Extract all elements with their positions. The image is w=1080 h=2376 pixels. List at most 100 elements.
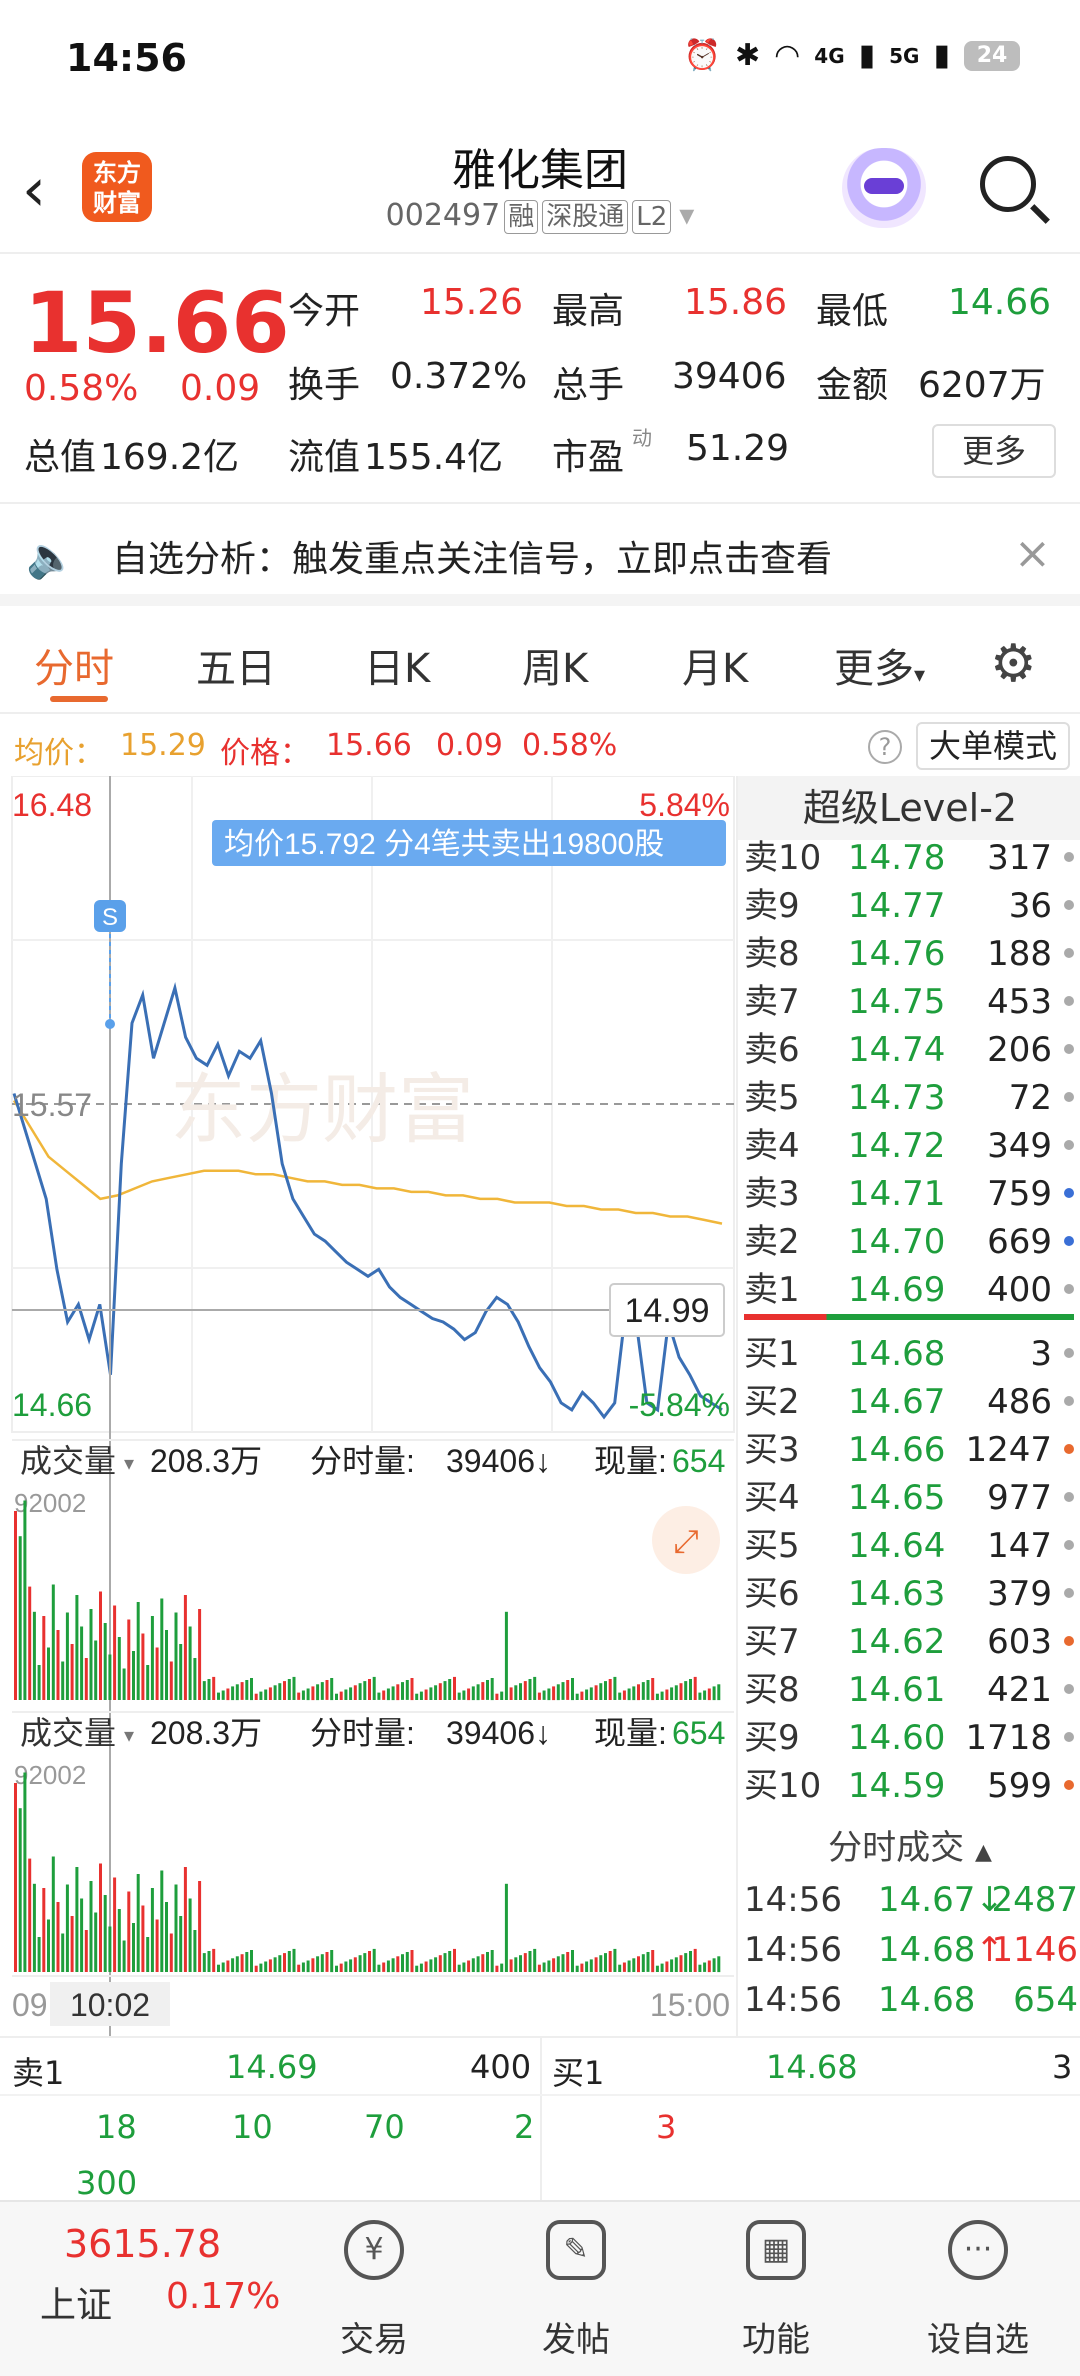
bid-price: 14.67: [848, 1382, 946, 1422]
volume-bar: [47, 1919, 50, 1972]
bid-row[interactable]: 买1 14.68 3: [744, 1330, 1074, 1378]
assistant-robot-icon[interactable]: [842, 148, 926, 228]
bid-volume: 147: [987, 1526, 1052, 1566]
bid-row[interactable]: 买2 14.67 486: [744, 1378, 1074, 1426]
ask-volume: 453: [987, 982, 1052, 1022]
volume-bar: [18, 1536, 22, 1700]
dropdown-triangle-icon[interactable]: ▾: [679, 198, 694, 233]
tab-monthly-k[interactable]: 月K: [682, 636, 748, 694]
ask-row[interactable]: 卖4 14.72 349: [744, 1122, 1074, 1170]
volume-bar: [627, 1960, 631, 1973]
more-button[interactable]: 更多: [932, 424, 1056, 478]
index-widget[interactable]: 3615.78 上证 0.17%: [0, 2202, 300, 2376]
tab-daily-k[interactable]: 日K: [364, 636, 430, 694]
ask-row[interactable]: 卖1 14.69 400: [744, 1266, 1074, 1314]
volume-bar: [113, 1605, 117, 1700]
now2-label: 现量:: [594, 1715, 667, 1751]
volume-bar: [61, 1933, 65, 1972]
volume-bar: [646, 1680, 650, 1700]
ask-row[interactable]: 卖9 14.77 36: [744, 882, 1074, 930]
trade-volume: 2487: [991, 1880, 1078, 1920]
volume-bar: [245, 1952, 249, 1972]
volume-bar: [136, 1602, 140, 1700]
level2-header[interactable]: 超级Level-2: [738, 776, 1080, 840]
intraday-chart-svg[interactable]: 东方财富 S 均价15.792 分4笔共卖出19800股 16.48 5.84%…: [0, 775, 736, 2036]
trade-volume: 654: [1013, 1980, 1078, 2020]
ask-row[interactable]: 卖6 14.74 206: [744, 1026, 1074, 1074]
volume-bar: [504, 1611, 508, 1700]
bottom-nav: 3615.78 上证 0.17% ¥ 交易 ✎ 发帖 ▦ 功能 ··· 设自选: [0, 2200, 1080, 2376]
volume-bar: [193, 1658, 197, 1700]
volume-bars: [14, 1500, 721, 1701]
tab-intraday[interactable]: 分时: [34, 636, 114, 694]
tab-weekly-k[interactable]: 周K: [522, 636, 588, 694]
volume-bar: [391, 1958, 395, 1972]
nav-post[interactable]: ✎ 发帖: [496, 2202, 656, 2376]
ask-label: 卖3: [744, 1174, 800, 1214]
ask-row[interactable]: 卖10 14.78 317: [744, 834, 1074, 882]
search-icon[interactable]: [980, 156, 1036, 212]
ask-row[interactable]: 卖2 14.70 669: [744, 1218, 1074, 1266]
ask-row[interactable]: 卖7 14.75 453: [744, 978, 1074, 1026]
notice-banner[interactable]: 🔈 自选分析：触发重点关注信号，立即点击查看 ×: [0, 506, 1080, 606]
notice-text[interactable]: 自选分析：触发重点关注信号，立即点击查看: [112, 530, 832, 582]
float-value: 155.4亿: [364, 437, 504, 478]
volume-bar: [75, 1867, 79, 1972]
volume-bar: [533, 1948, 537, 1972]
bid-row[interactable]: 买9 14.60 1718: [744, 1714, 1074, 1762]
volume-bar: [193, 1930, 197, 1972]
buy1-vol: 3: [1052, 2048, 1073, 2086]
bid-row[interactable]: 买4 14.65 977: [744, 1474, 1074, 1522]
volume-bar: [349, 1959, 353, 1972]
close-icon[interactable]: ×: [1014, 528, 1051, 579]
bid-row[interactable]: 买5 14.64 147: [744, 1522, 1074, 1570]
ask-row[interactable]: 卖8 14.76 188: [744, 930, 1074, 978]
volume-bar: [42, 1616, 46, 1700]
volume-bar: [698, 1692, 702, 1700]
ask-label: 卖4: [744, 1126, 800, 1166]
ask-row[interactable]: 卖3 14.71 759: [744, 1170, 1074, 1218]
bid-volume: 379: [987, 1574, 1052, 1614]
nav-trade[interactable]: ¥ 交易: [294, 2202, 454, 2376]
intraday-chart[interactable]: 东方财富 S 均价15.792 分4笔共卖出19800股 16.48 5.84%…: [0, 775, 736, 2036]
bid-volume: 599: [987, 1766, 1052, 1806]
bid-row[interactable]: 买10 14.59 599: [744, 1762, 1074, 1810]
bid-row[interactable]: 买7 14.62 603: [744, 1618, 1074, 1666]
dropdown-triangle-icon[interactable]: ▾: [124, 1725, 134, 1747]
bid-row[interactable]: 买6 14.63 379: [744, 1570, 1074, 1618]
ask-row[interactable]: 卖5 14.73 72: [744, 1074, 1074, 1122]
tab-more[interactable]: 更多▾: [834, 636, 925, 694]
volume-bar: [136, 1874, 140, 1972]
tab-five-day[interactable]: 五日: [196, 636, 276, 694]
volume-bar: [519, 1955, 522, 1972]
volume-bar: [481, 1954, 485, 1972]
nav-functions[interactable]: ▦ 功能: [696, 2202, 856, 2376]
volume-bar: [344, 1961, 348, 1972]
ask-price: 14.73: [848, 1078, 946, 1118]
bid-label: 买4: [744, 1478, 800, 1518]
volume-bar: [28, 1858, 32, 1972]
bid-row[interactable]: 买3 14.66 1247: [744, 1426, 1074, 1474]
volume-bar: [231, 1686, 235, 1701]
bid-row[interactable]: 买8 14.61 421: [744, 1666, 1074, 1714]
big-order-mode-button[interactable]: 大单模式: [916, 722, 1070, 770]
volume-bar: [712, 1686, 716, 1701]
vol-label[interactable]: 成交量: [20, 1443, 116, 1479]
bid-price: 14.60: [848, 1718, 946, 1758]
ask-volume: 759: [987, 1174, 1052, 1214]
sell-queue-item: 18: [96, 2108, 137, 2146]
dot-icon: [1064, 1092, 1074, 1102]
vol2-label[interactable]: 成交量: [20, 1715, 116, 1751]
nav-add-watchlist[interactable]: ··· 设自选: [898, 2202, 1058, 2376]
tab-more-label: 更多: [834, 646, 914, 692]
bid-price: 14.68: [848, 1334, 946, 1374]
help-icon[interactable]: ?: [868, 730, 902, 764]
volume-bar: [646, 1952, 650, 1972]
trades-header[interactable]: 分时成交 ▲: [738, 1820, 1080, 1869]
volume-bar: [438, 1955, 442, 1972]
dropdown-triangle-icon[interactable]: ▾: [124, 1453, 134, 1475]
gear-icon[interactable]: ⚙: [990, 634, 1037, 694]
order-book[interactable]: 超级Level-2 卖10 14.78 317 卖9 14.77 36 卖8 14.76 188…: [736, 776, 1080, 2036]
volume-bar: [226, 1688, 230, 1701]
volume-bar: [481, 1682, 485, 1700]
